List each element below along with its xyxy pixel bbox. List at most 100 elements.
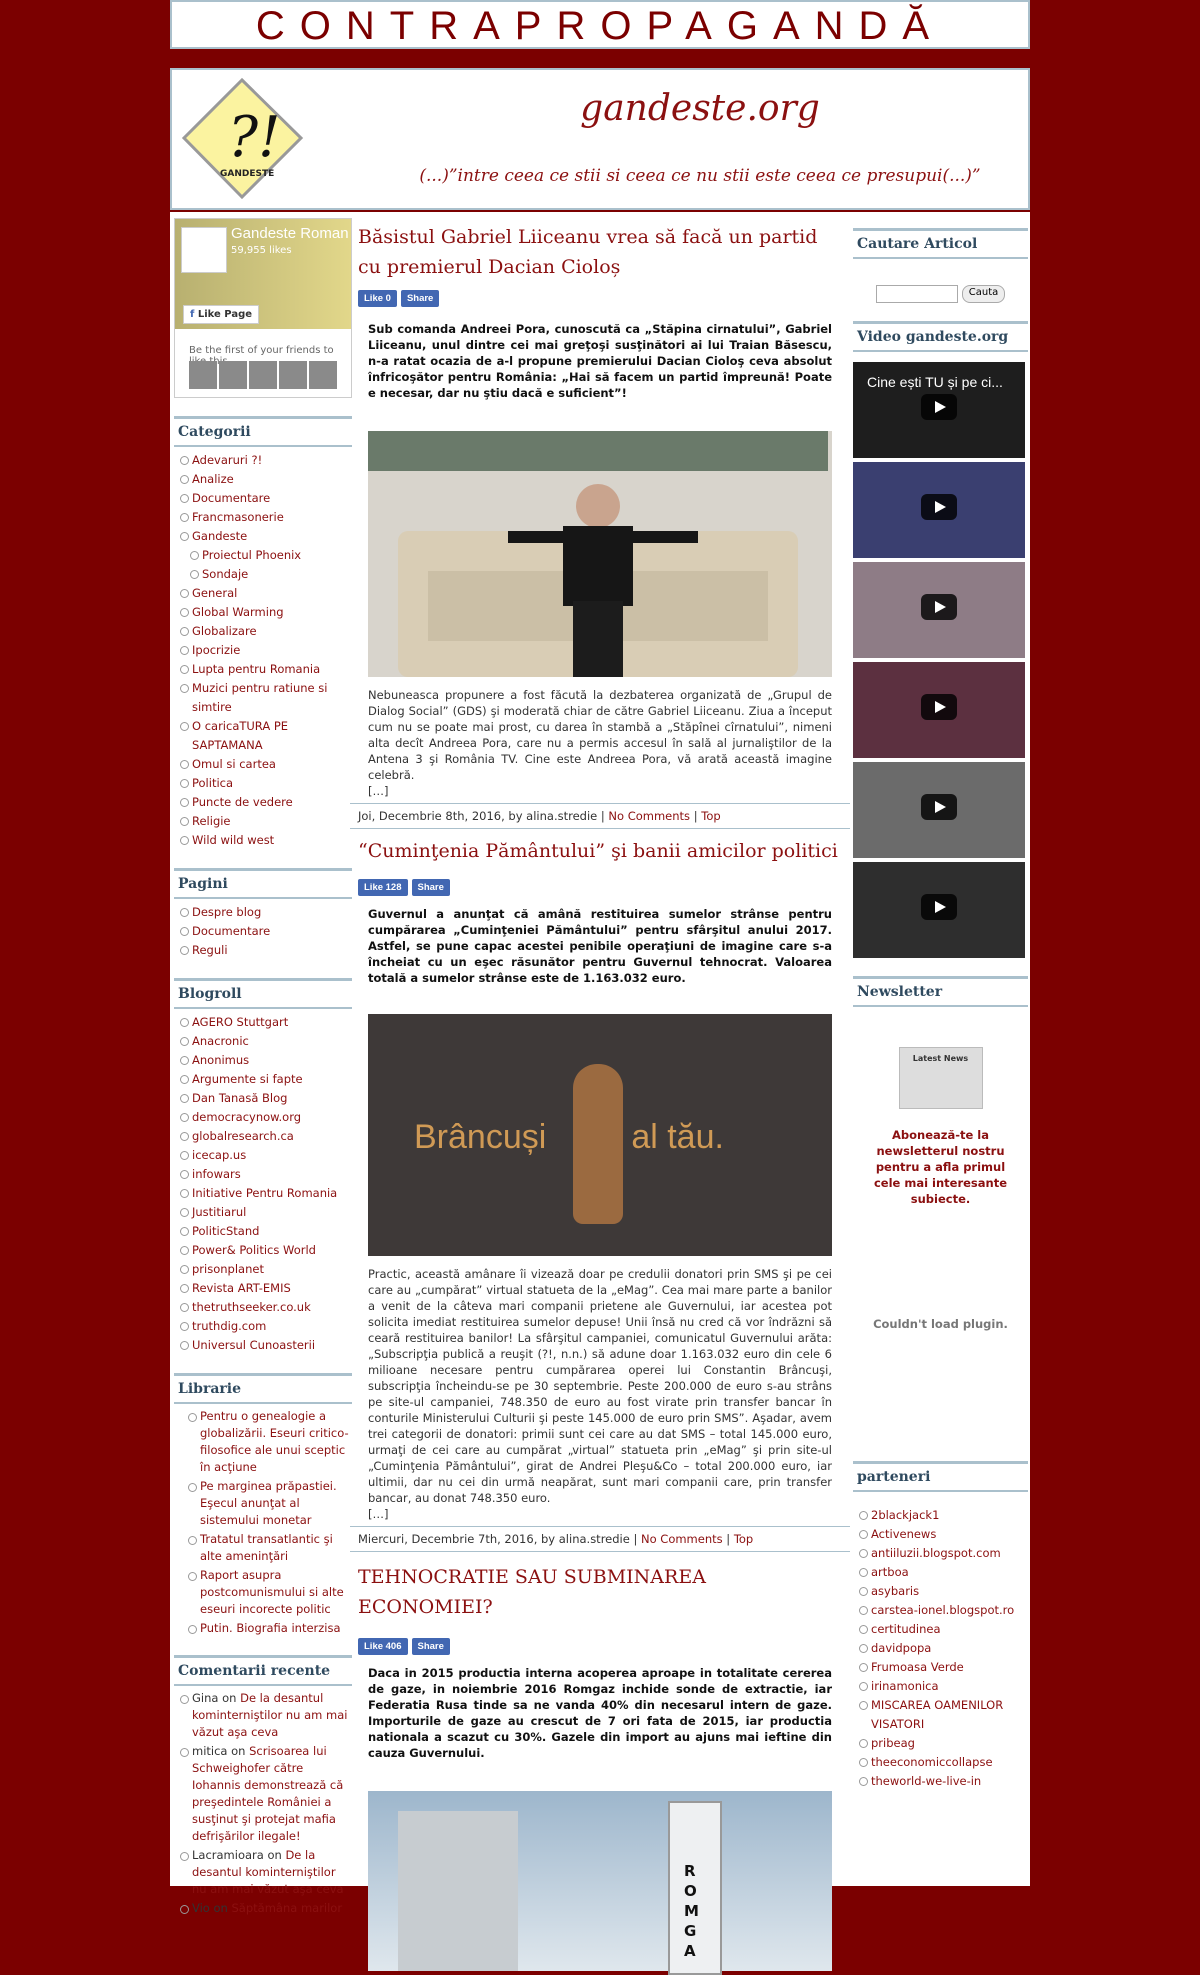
- blogroll-item[interactable]: Anacronic: [180, 1032, 352, 1051]
- post-comments-link[interactable]: No Comments: [641, 1532, 723, 1546]
- category-item[interactable]: Puncte de vedere: [180, 793, 352, 812]
- site-logo[interactable]: ?! GANDESTE: [180, 76, 305, 201]
- post-top-link[interactable]: Top: [734, 1532, 753, 1546]
- partner-item[interactable]: Activenews: [859, 1525, 1028, 1544]
- category-item[interactable]: Religie: [180, 812, 352, 831]
- blogroll-item[interactable]: icecap.us: [180, 1146, 352, 1165]
- category-item[interactable]: Documentare: [180, 489, 352, 508]
- category-item[interactable]: Politica: [180, 774, 352, 793]
- category-item[interactable]: O caricaTURA PE SAPTAMANA: [180, 717, 352, 755]
- blogroll-item[interactable]: AGERO Stuttgart: [180, 1013, 352, 1032]
- facebook-like-button[interactable]: Like 0: [358, 290, 397, 307]
- search-button[interactable]: Cauta: [961, 285, 1006, 303]
- partner-item[interactable]: theeconomiccollapse: [859, 1753, 1028, 1772]
- play-icon[interactable]: [921, 794, 957, 820]
- library-item[interactable]: Pe marginea prăpastiei. Eşecul anunţat a…: [188, 1478, 352, 1529]
- facebook-like-button[interactable]: Like 128: [358, 879, 408, 896]
- category-item[interactable]: Ipocrizie: [180, 641, 352, 660]
- blogroll-item[interactable]: prisonplanet: [180, 1260, 352, 1279]
- friend-avatar[interactable]: [219, 361, 247, 389]
- play-icon[interactable]: [921, 694, 957, 720]
- video-thumbnail[interactable]: [853, 862, 1025, 958]
- site-name[interactable]: gandeste.org: [372, 88, 1028, 129]
- partner-item[interactable]: Frumoasa Verde: [859, 1658, 1028, 1677]
- post-title[interactable]: Băsistul Gabriel Liiceanu vrea să facă u…: [358, 222, 842, 282]
- play-icon[interactable]: [921, 594, 957, 620]
- partner-item[interactable]: MISCAREA OAMENILOR VISATORI: [859, 1696, 1028, 1734]
- friend-avatar[interactable]: [309, 361, 337, 389]
- page-item[interactable]: Reguli: [180, 941, 352, 960]
- blogroll-item[interactable]: Universul Cunoasterii: [180, 1336, 352, 1355]
- video-thumbnail[interactable]: [853, 762, 1025, 858]
- post-more-link[interactable]: […]: [368, 783, 832, 799]
- library-item[interactable]: Pentru o genealogie a globalizării. Eseu…: [188, 1408, 352, 1476]
- blogroll-item[interactable]: Dan Tanasă Blog: [180, 1089, 352, 1108]
- partner-item[interactable]: 2blackjack1: [859, 1506, 1028, 1525]
- facebook-like-button[interactable]: Like 406: [358, 1638, 408, 1655]
- post-image[interactable]: Brâncuși e al tău.: [368, 1014, 832, 1256]
- facebook-like-page-button[interactable]: f Like Page: [183, 305, 260, 324]
- video-thumbnail[interactable]: [853, 462, 1025, 558]
- partner-item[interactable]: pribeag: [859, 1734, 1028, 1753]
- partner-item[interactable]: carstea-ionel.blogspot.ro: [859, 1601, 1028, 1620]
- facebook-page-name[interactable]: Gandeste Romania: [231, 225, 349, 242]
- category-item[interactable]: General: [180, 584, 352, 603]
- category-item[interactable]: Analize: [180, 470, 352, 489]
- newsletter-subscribe-text[interactable]: Abonează-te la newsletterul nostru pentr…: [873, 1127, 1008, 1207]
- facebook-avatar[interactable]: [181, 227, 227, 273]
- category-item[interactable]: Lupta pentru Romania: [180, 660, 352, 679]
- blogroll-item[interactable]: Initiative Pentru Romania: [180, 1184, 352, 1203]
- video-thumbnail[interactable]: Cine ești TU și pe ci...: [853, 362, 1025, 458]
- partner-item[interactable]: artboa: [859, 1563, 1028, 1582]
- post-title[interactable]: “Cuminţenia Pământului” şi banii amicilo…: [358, 837, 842, 865]
- blogroll-item[interactable]: Argumente si fapte: [180, 1070, 352, 1089]
- search-input[interactable]: [875, 285, 958, 303]
- post-comments-link[interactable]: No Comments: [608, 809, 690, 823]
- page-item[interactable]: Documentare: [180, 922, 352, 941]
- post-more-link[interactable]: […]: [368, 1506, 832, 1522]
- category-item[interactable]: Muzici pentru ratiune si simtire: [180, 679, 352, 717]
- partner-item[interactable]: asybaris: [859, 1582, 1028, 1601]
- category-item[interactable]: Proiectul Phoenix: [190, 546, 352, 565]
- facebook-share-button[interactable]: Share: [411, 1638, 450, 1655]
- category-item[interactable]: Adevaruri ?!: [180, 451, 352, 470]
- friend-avatar[interactable]: [189, 361, 217, 389]
- post-image[interactable]: ROMGA: [368, 1791, 832, 1975]
- partner-item[interactable]: certitudinea: [859, 1620, 1028, 1639]
- partner-item[interactable]: antiiluzii.blogspot.com: [859, 1544, 1028, 1563]
- library-item[interactable]: Raport asupra postcomunismului si alte e…: [188, 1567, 352, 1618]
- blogroll-item[interactable]: PoliticStand: [180, 1222, 352, 1241]
- partner-item[interactable]: irinamonica: [859, 1677, 1028, 1696]
- category-item[interactable]: Gandeste: [180, 527, 352, 546]
- blogroll-item[interactable]: Anonimus: [180, 1051, 352, 1070]
- comment-post-link[interactable]: Scrisoarea lui Schweighofer către Iohann…: [192, 1744, 343, 1843]
- blogroll-item[interactable]: Revista ART-EMIS: [180, 1279, 352, 1298]
- play-icon[interactable]: [921, 894, 957, 920]
- friend-avatar[interactable]: [279, 361, 307, 389]
- facebook-share-button[interactable]: Share: [400, 290, 440, 307]
- play-icon[interactable]: [921, 494, 957, 520]
- post-top-link[interactable]: Top: [701, 809, 720, 823]
- category-item[interactable]: Francmasonerie: [180, 508, 352, 527]
- category-item[interactable]: Omul si cartea: [180, 755, 352, 774]
- category-item[interactable]: Global Warming: [180, 603, 352, 622]
- blogroll-item[interactable]: infowars: [180, 1165, 352, 1184]
- blogroll-item[interactable]: globalresearch.ca: [180, 1127, 352, 1146]
- play-icon[interactable]: [921, 394, 957, 420]
- video-thumbnail[interactable]: [853, 562, 1025, 658]
- partner-item[interactable]: davidpopa: [859, 1639, 1028, 1658]
- blogroll-item[interactable]: democracynow.org: [180, 1108, 352, 1127]
- category-item[interactable]: Globalizare: [180, 622, 352, 641]
- facebook-share-button[interactable]: Share: [411, 879, 450, 896]
- blogroll-item[interactable]: Justitiarul: [180, 1203, 352, 1222]
- blogroll-item[interactable]: truthdig.com: [180, 1317, 352, 1336]
- library-item[interactable]: Putin. Biografia interzisa: [188, 1620, 352, 1637]
- comment-post-link[interactable]: Săptămâna marilor: [232, 1901, 343, 1915]
- category-item[interactable]: Wild wild west: [180, 831, 352, 850]
- page-item[interactable]: Despre blog: [180, 903, 352, 922]
- blogroll-item[interactable]: thetruthseeker.co.uk: [180, 1298, 352, 1317]
- post-image[interactable]: [368, 431, 832, 677]
- library-item[interactable]: Tratatul transatlantic şi alte ameninţăr…: [188, 1531, 352, 1565]
- partner-item[interactable]: theworld-we-live-in: [859, 1772, 1028, 1791]
- category-item[interactable]: Sondaje: [190, 565, 352, 584]
